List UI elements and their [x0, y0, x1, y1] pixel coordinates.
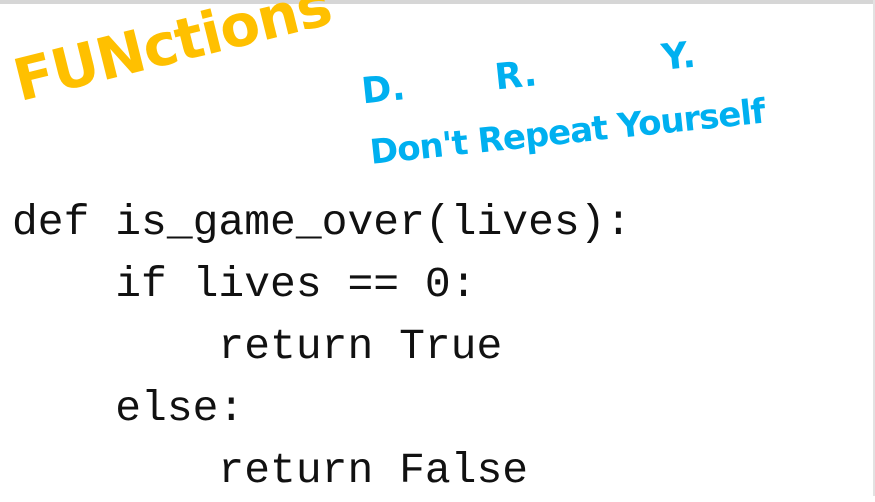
code-block: def is_game_over(lives): if lives == 0: …	[12, 192, 631, 502]
dry-letter-d: D.	[359, 67, 408, 113]
dry-expansion: Don't Repeat Yourself	[368, 91, 767, 173]
dry-letter-y: Y.	[659, 34, 698, 79]
code-line-return-false: return False	[12, 446, 529, 495]
slide-top-border	[0, 0, 875, 4]
code-line-return-true: return True	[12, 322, 503, 371]
dry-acronym: D. R. Y. Don't Repeat Yourself	[357, 0, 869, 190]
dry-letter-r: R.	[492, 53, 539, 99]
code-line-if: if lives == 0:	[12, 260, 477, 309]
code-line-def: def is_game_over(lives):	[12, 198, 632, 247]
code-line-else: else:	[12, 384, 245, 433]
slide-title: FUNctions	[6, 0, 338, 115]
